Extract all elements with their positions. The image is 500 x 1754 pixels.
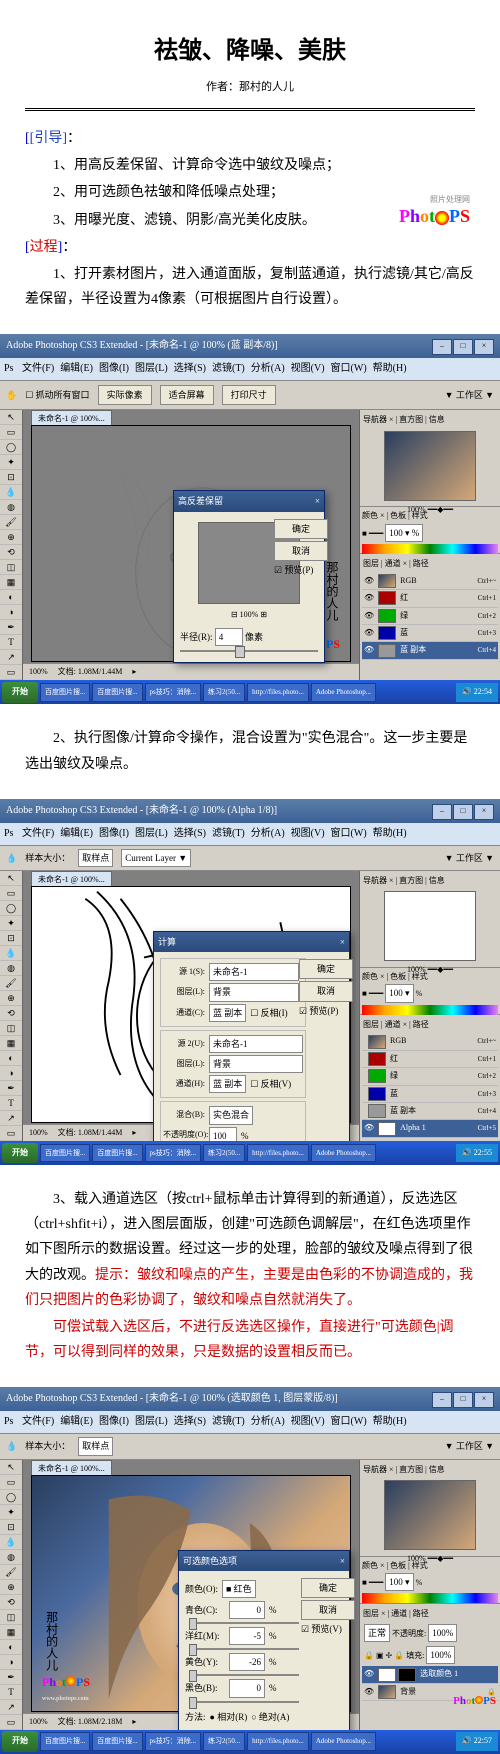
color-swatches	[362, 544, 498, 554]
highpass-dialog[interactable]: 高反差保留× 确定 取消 ☑ 预览(P) ⊟ 100% ⊞ 半径(R): 4 像…	[173, 490, 325, 663]
dodge-tool-icon: ◑	[0, 605, 22, 620]
ps-titlebar: Adobe Photoshop CS3 Extended - [未命名-1 @ …	[0, 334, 500, 358]
layers-panel: 图层 × | 通道 | 路径 正常 不透明度: 100% 🔒 ▣ ✢ 🔒 填充:…	[360, 1604, 500, 1730]
magenta-input: -5	[229, 1627, 265, 1645]
crop-tool-icon: ⊡	[0, 470, 22, 485]
calculations-dialog[interactable]: 计算× 确定 取消 ☑ 预览(P) 源 1(S):未命名-1 图层(L):背景 …	[153, 931, 350, 1141]
blur-tool-icon: ◐	[0, 590, 22, 605]
selective-color-dialog[interactable]: 可选颜色选项× 确定 取消 ☑ 预览(V) 颜色(O):■ 红色 青色(C):0…	[178, 1550, 350, 1730]
ps-panels[interactable]: 导航器 × | 直方图 | 信息 100% ━━◆━━ 颜色 × | 色板 | …	[359, 410, 500, 680]
ok-button: 确定	[299, 959, 353, 979]
cancel-button[interactable]: 取消	[274, 541, 328, 561]
window-buttons[interactable]: –□×	[431, 337, 494, 355]
close-icon: ×	[315, 493, 320, 509]
cyan-slider[interactable]: .selc-slider:nth-of-type(1)::after{left:…	[189, 1622, 299, 1624]
page-title: 祛皱、降噪、美肤	[25, 30, 475, 73]
radius-label: 半径(R):	[180, 632, 213, 642]
cancel-button: 取消	[299, 981, 353, 1001]
ps-options-bar[interactable]: ✋ ☐ 抓动所有窗口 实际像素 适合屏幕 打印尺寸 ▼ 工作区 ▼	[0, 381, 500, 410]
colon: ：	[67, 131, 81, 146]
text-tool-icon: T	[0, 635, 22, 650]
author-line: 作者：那村的人儿	[25, 78, 475, 98]
radius-slider[interactable]	[180, 650, 318, 652]
tip-label: 提示：	[95, 1268, 137, 1283]
maximize-icon: □	[453, 339, 473, 355]
marquee-tool-icon: ▭	[0, 425, 22, 440]
eyedropper-icon: 💧	[6, 850, 17, 866]
ps-toolbar[interactable]: ↖▭◯✦⊡💧◍🖌⊕⟲◫▦◐◑✒T↗▭	[0, 410, 23, 680]
close-icon: ×	[474, 339, 494, 355]
dialog-title: 高反差保留	[178, 493, 223, 509]
ps-app-icon: Ps	[4, 363, 13, 374]
ps-menubar[interactable]: Ps 文件(F)编辑(E)图像(I)图层(L)选择(S)滤镜(T)分析(A)视图…	[0, 358, 500, 381]
colors-select[interactable]: ■ 红色	[222, 1580, 256, 1598]
pen-tool-icon: ✒	[0, 620, 22, 635]
photoshop-screenshot-2: Adobe Photoshop CS3 Extended - [未命名-1 @ …	[0, 799, 500, 1165]
hand-tool-icon: ✋	[6, 387, 17, 403]
photops-logo: PhotPS	[399, 200, 470, 232]
status-bar: 100% 文档: 1.08M/1.44M ▸	[23, 663, 359, 680]
lasso-tool-icon: ◯	[0, 440, 22, 455]
magenta-slider[interactable]	[189, 1648, 299, 1650]
channels-panel: 图层 | 通道 × | 路径 👁RGBCtrl+~ 👁红Ctrl+1 👁绿Ctr…	[360, 554, 500, 680]
relative-radio[interactable]: ● 相对(R)	[210, 1709, 248, 1725]
intro-item-1: 1、用高反差保留、计算命令选中皱纹及噪点；	[25, 153, 475, 178]
eyedropper-icon: 💧	[6, 1438, 17, 1454]
ps-title: Adobe Photoshop CS3 Extended - [未命名-1 @ …	[6, 337, 278, 355]
system-tray: 🔊 22:54	[456, 683, 498, 701]
navigator-thumb	[384, 431, 476, 501]
yellow-input: -26	[229, 1653, 265, 1671]
radius-input[interactable]: 4	[215, 628, 243, 646]
absolute-radio[interactable]: ○ 绝对(A)	[251, 1709, 289, 1725]
ok-button: 确定	[301, 1578, 355, 1598]
step-1-text: 1、打开素材图片，进入通道面版，复制蓝通道，执行滤镜/其它/高反差保留，半径设置…	[25, 262, 475, 312]
eyedropper-tool-icon: 💧	[0, 485, 22, 500]
black-slider[interactable]	[189, 1701, 299, 1703]
black-input: 0	[229, 1679, 265, 1697]
step-3b-text: 可偿试载入选区后，不进行反选选区操作，直接进行"可选颜色|调节，可以得到同样的效…	[25, 1315, 475, 1365]
shape-tool-icon: ▭	[0, 665, 22, 680]
cyan-input: 0	[229, 1601, 265, 1619]
step-2-text: 2、执行图像/计算命令操作，混合设置为"实色混合"。这一步主要是选出皱纹及噪点。	[25, 726, 475, 776]
move-tool-icon: ↖	[0, 410, 22, 425]
yellow-slider[interactable]	[189, 1674, 299, 1676]
cancel-button: 取消	[301, 1600, 355, 1620]
step-3-text: 3、载入通道选区（按ctrl+鼠标单击计算得到的新通道），反选选区（ctrl+s…	[25, 1187, 475, 1313]
ok-button[interactable]: 确定	[274, 519, 328, 539]
history-tool-icon: ⟲	[0, 545, 22, 560]
navigator-panel: 导航器 × | 直方图 | 信息 100% ━━◆━━	[360, 410, 500, 507]
process-label: [过程]	[25, 240, 62, 255]
intro-label: [[引导]	[25, 131, 67, 146]
eraser-tool-icon: ◫	[0, 560, 22, 575]
title-divider	[25, 108, 475, 111]
gradient-tool-icon: ▦	[0, 575, 22, 590]
minimize-icon: –	[432, 339, 452, 355]
photoshop-screenshot-1: Adobe Photoshop CS3 Extended - [未命名-1 @ …	[0, 334, 500, 704]
path-tool-icon: ↗	[0, 650, 22, 665]
preview-checkbox[interactable]: ☑ 预览(P)	[274, 562, 318, 578]
heal-tool-icon: ◍	[0, 500, 22, 515]
photoshop-screenshot-3: Adobe Photoshop CS3 Extended - [未命名-1 @ …	[0, 1387, 500, 1753]
start-button: 开始	[2, 682, 38, 702]
stamp-tool-icon: ⊕	[0, 530, 22, 545]
wand-tool-icon: ✦	[0, 455, 22, 470]
windows-taskbar[interactable]: 开始 百度图片搜...百度图片搜...ps技巧：消除...练习2(50...ht…	[0, 680, 500, 704]
brush-tool-icon: 🖌	[0, 515, 22, 530]
